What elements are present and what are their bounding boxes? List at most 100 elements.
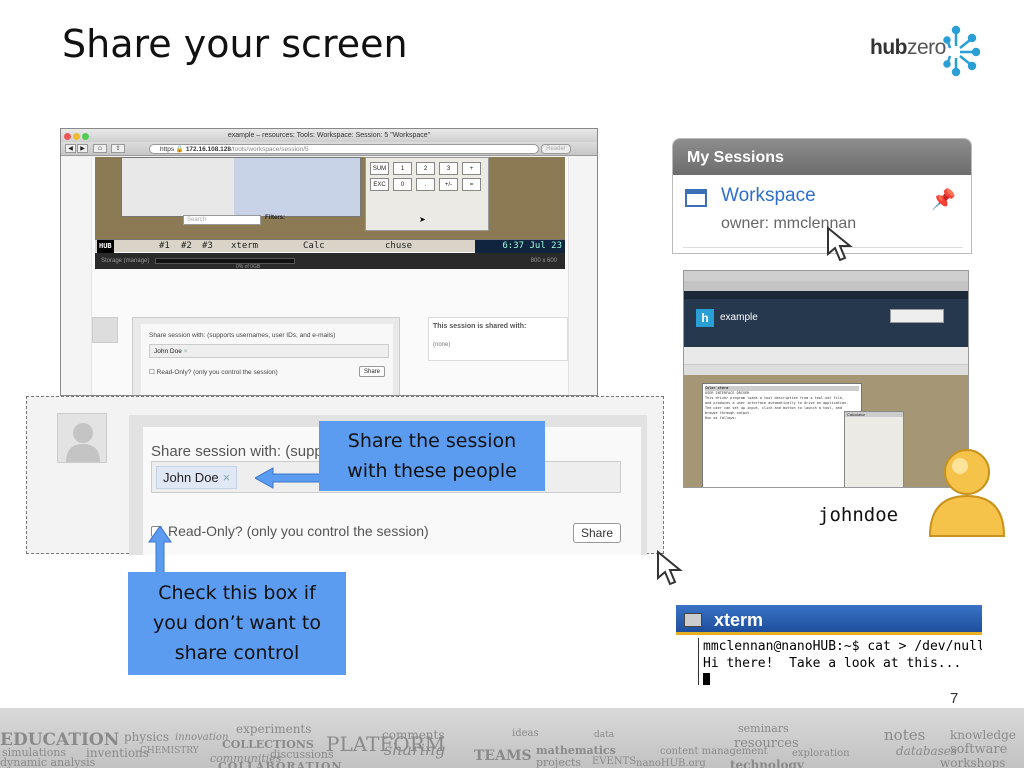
taskbar-xterm[interactable]: xterm: [231, 240, 258, 253]
desktop-tab-2[interactable]: #2: [181, 240, 192, 253]
calc-key[interactable]: 0: [393, 178, 412, 191]
xterm-line: Hi there! Take a look at this...: [703, 656, 962, 671]
calc-key[interactable]: 1: [393, 162, 412, 175]
terminal-icon: [684, 613, 702, 627]
xterm-window: xterm mmclennan@nanoHUB:~$ cat > /dev/nu…: [676, 605, 982, 685]
xterm-line: mmclennan@nanoHUB:~$ cat > /dev/null: [703, 639, 982, 654]
calc-key[interactable]: .: [416, 178, 435, 191]
reader-button[interactable]: Reader: [541, 144, 571, 154]
footer-word: seminars: [738, 722, 789, 735]
browser-titlebar: example – resources: Tools: Workspace: S…: [61, 129, 597, 142]
calc-key[interactable]: 3: [439, 162, 458, 175]
browser-window-title: example – resources: Tools: Workspace: S…: [227, 132, 431, 139]
readonly-checkbox-row[interactable]: ☐ Read-Only? (only you control the sessi…: [149, 368, 278, 376]
storage-percent: 0% of 0GB: [236, 264, 261, 270]
shared-with-title: This session is shared with:: [433, 323, 527, 330]
taskbar-chuse[interactable]: chuse: [385, 240, 412, 253]
footer-word: experiments: [236, 722, 312, 736]
mini-calculator: Calculator: [844, 411, 904, 487]
taskbar-calc[interactable]: Calc: [303, 240, 325, 253]
calc-key[interactable]: =: [462, 178, 481, 191]
footer-word: nanoHUB.org: [636, 758, 706, 768]
url-path: /tools/workspace/session/5: [231, 146, 309, 153]
browser-window: example – resources: Tools: Workspace: S…: [60, 128, 598, 396]
share-token-label: John Doe: [163, 470, 219, 485]
footer-word: technology: [730, 758, 804, 768]
forward-icon[interactable]: ▶: [77, 144, 88, 153]
filters-label: Filters:: [265, 215, 286, 221]
minimize-icon[interactable]: [73, 133, 80, 140]
desktop-tab-1[interactable]: #1: [159, 240, 170, 253]
desktop-taskbar: HUB #1 #2 #3 xterm Calc chuse 6:37 Jul 2…: [95, 239, 565, 253]
close-icon[interactable]: [64, 133, 71, 140]
footer-word: ideas: [512, 728, 539, 739]
callout-line: you don’t want to: [153, 612, 321, 634]
arrow-to-token-icon: [255, 467, 322, 489]
divider: [683, 247, 963, 248]
url-bar[interactable]: https 🔒 172.16.108.128/tools/workspace/s…: [149, 144, 539, 154]
desktop-tab-3[interactable]: #3: [202, 240, 213, 253]
hubzero-logo: hubzero: [870, 22, 980, 78]
calc-key[interactable]: 2: [416, 162, 435, 175]
cursor-arrow-icon: [657, 550, 683, 586]
text-cursor: [703, 673, 710, 685]
callout-line: with these people: [347, 460, 517, 482]
johndoe-label: johndoe: [818, 504, 899, 526]
app-window: [121, 157, 361, 217]
xterm-title: xterm: [714, 610, 764, 630]
avatar: [57, 413, 107, 463]
footer-word: physics: [124, 730, 170, 744]
footer-word: data: [594, 730, 615, 740]
share-button[interactable]: Share: [573, 523, 621, 543]
footer-word: sharing: [384, 740, 446, 759]
mini-logo: h: [696, 309, 714, 327]
footer-word: COLLABORATION: [218, 760, 343, 768]
slide-title: Share your screen: [62, 22, 408, 66]
cursor-arrow-icon: [827, 226, 853, 262]
remove-token-icon[interactable]: ×: [223, 470, 231, 485]
callout-check-box: Check this box if you don’t want to shar…: [128, 572, 346, 675]
workspace-desktop[interactable]: SUM 1 2 3 + EXC 0 . +/- = Search Filters…: [95, 157, 565, 239]
home-icon[interactable]: ⌂: [93, 144, 107, 153]
browser-toolbar: ◀ ▶ ⌂ ⇪ https 🔒 172.16.108.128/tools/wor…: [61, 142, 597, 156]
screen-size[interactable]: 800 x 600: [531, 253, 557, 269]
readonly-checkbox-row[interactable]: Read-Only? (only you control the session…: [151, 523, 429, 539]
pin-icon[interactable]: 📌: [931, 187, 956, 212]
app-window-panel: [234, 158, 360, 216]
mouse-pointer-icon: ➤: [419, 215, 426, 224]
callout-line: share control: [174, 642, 300, 664]
calc-key[interactable]: +: [462, 162, 481, 175]
share-token: John Doe: [154, 348, 182, 355]
footer-word-cloud: EDUCATION simulations dynamic analysis p…: [0, 708, 1024, 768]
mini-site-header: h example: [684, 291, 968, 347]
my-sessions-header: My Sessions: [673, 139, 971, 175]
share-token[interactable]: John Doe ×: [156, 466, 238, 489]
share-button[interactable]: Share: [359, 366, 385, 377]
share-panel: Share session with: (supports usernames,…: [132, 317, 400, 395]
my-sessions-panel: My Sessions Workspace owner: mmclennan 📌: [672, 138, 972, 254]
footer-word: software: [950, 742, 1008, 757]
readonly-label: Read-Only? (only you control the session…: [168, 523, 429, 539]
footer-word: projects: [536, 756, 582, 768]
calc-key[interactable]: SUM: [370, 162, 389, 175]
share-icon[interactable]: ⇪: [111, 144, 125, 153]
zoom-icon[interactable]: [82, 133, 89, 140]
search-input[interactable]: Search: [183, 215, 261, 225]
back-icon[interactable]: ◀: [65, 144, 76, 153]
hub-menu-button[interactable]: HUB: [97, 240, 114, 253]
xterm-body[interactable]: mmclennan@nanoHUB:~$ cat > /dev/null Hi t…: [698, 638, 982, 685]
calc-key[interactable]: +/-: [439, 178, 458, 191]
share-input[interactable]: John Doe ×: [149, 344, 389, 358]
mini-toolbar: [684, 281, 968, 291]
footer-word: dynamic analysis: [0, 756, 96, 768]
avatar: [92, 317, 118, 343]
callout-line: Check this box if: [158, 582, 316, 604]
calc-key[interactable]: EXC: [370, 178, 389, 191]
shared-with-value: (none): [433, 342, 451, 348]
user-silhouette-icon: [66, 423, 100, 462]
storage-label[interactable]: Storage (manage): [101, 258, 149, 264]
share-label: Share session with: (suppor: [151, 443, 337, 460]
readonly-label: Read-Only? (only you control the session…: [156, 369, 278, 376]
session-link[interactable]: Workspace: [721, 185, 816, 207]
share-label: Share session with: (supports usernames,…: [149, 332, 336, 339]
